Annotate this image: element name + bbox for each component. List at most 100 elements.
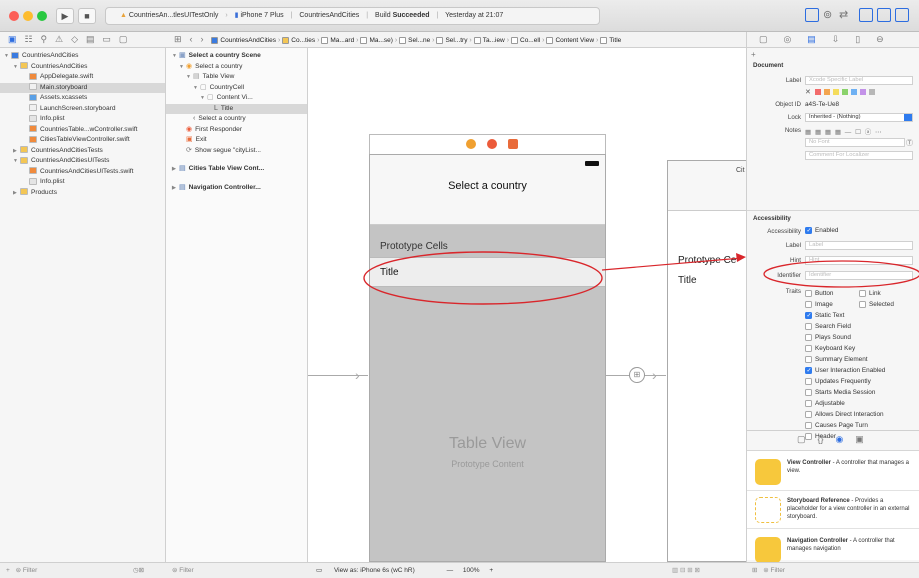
disclosure-triangle-icon[interactable]: ▶ xyxy=(172,164,179,175)
breadcrumb-item[interactable]: Ma...se) xyxy=(369,37,392,44)
navigator-item[interactable]: CountriesAndCitiesUITests.swift xyxy=(0,167,165,178)
find-navigator-icon[interactable]: ⚲ xyxy=(41,32,48,47)
library-filter-input[interactable]: Filter xyxy=(771,567,785,574)
object-library-icon[interactable]: ◉ xyxy=(835,432,843,447)
disclosure-triangle-icon[interactable]: ▼ xyxy=(200,93,207,104)
disclosure-triangle-icon[interactable]: ▼ xyxy=(4,51,11,62)
outline-item[interactable]: ◉ First Responder xyxy=(166,125,307,136)
navigator-item[interactable]: ▶ Products xyxy=(0,188,165,199)
close-window-button[interactable] xyxy=(9,11,19,21)
file-template-library-icon[interactable]: ▢ xyxy=(797,432,806,447)
outline-item[interactable]: ‹ Select a country xyxy=(166,114,307,125)
trait-checkbox[interactable] xyxy=(805,411,812,418)
add-file-icon[interactable]: + xyxy=(6,567,10,574)
trait-checkbox[interactable] xyxy=(805,356,812,363)
back-icon[interactable]: ‹ xyxy=(190,32,193,47)
outline-item[interactable]: ▼ ▢ CountryCell xyxy=(166,83,307,94)
trait-checkbox[interactable] xyxy=(805,334,812,341)
breadcrumb-item[interactable]: Ta...iew xyxy=(483,37,505,44)
breadcrumb-item[interactable]: Title xyxy=(609,37,621,44)
zoom-in-icon[interactable]: + xyxy=(489,567,493,574)
trait-checkbox[interactable] xyxy=(805,422,812,429)
breadcrumb-item[interactable]: Ma...ard xyxy=(330,37,354,44)
layout-controls-icons[interactable]: ▥ ⊟ ⊞ ⊠ xyxy=(672,563,700,578)
run-button[interactable]: ▶ xyxy=(56,8,74,24)
minimize-window-button[interactable] xyxy=(23,11,33,21)
breadcrumb-item[interactable]: Sel...ne xyxy=(408,37,430,44)
symbol-navigator-icon[interactable]: ☷ xyxy=(24,32,32,47)
zoom-window-button[interactable] xyxy=(37,11,47,21)
test-navigator-icon[interactable]: ◇ xyxy=(71,32,78,47)
trait-checkbox[interactable] xyxy=(805,345,812,352)
media-library-icon[interactable]: ▣ xyxy=(855,432,864,447)
disclosure-triangle-icon[interactable]: ▼ xyxy=(186,72,193,83)
outline-item[interactable]: ⟳ Show segue "cityList... xyxy=(166,146,307,157)
device-selector[interactable]: iPhone 7 Plus xyxy=(240,12,283,19)
trait-checkbox[interactable] xyxy=(805,378,812,385)
outline-item[interactable]: ▶ ▤ Navigation Controller... xyxy=(166,183,307,194)
grid-view-icon[interactable]: ⊞ xyxy=(752,567,757,574)
storyboard-canvas[interactable]: › Select a country Prototype Cells Title… xyxy=(308,48,746,562)
breakpoint-navigator-icon[interactable]: ▭ xyxy=(102,32,111,47)
navigator-item[interactable]: ▶ CountriesAndCitiesTests xyxy=(0,146,165,157)
navigator-item[interactable]: CountriesTable...wController.swift xyxy=(0,125,165,136)
outline-item[interactable]: ▼ ▢ Content Vi... xyxy=(166,93,307,104)
standard-editor-icon[interactable] xyxy=(805,8,819,22)
outline-item[interactable]: ▼ ◉ Select a country xyxy=(166,62,307,73)
related-items-icon[interactable]: ⊞ xyxy=(174,32,182,47)
disclosure-triangle-icon[interactable]: ▶ xyxy=(172,183,179,194)
disclosure-triangle-icon[interactable]: ▼ xyxy=(193,83,200,94)
outline-item[interactable]: ▶ ▤ Cities Table View Cont... xyxy=(166,164,307,175)
outline-item[interactable]: ▼ ▤ Table View xyxy=(166,72,307,83)
assistant-editor-icon[interactable]: ⊚ xyxy=(823,8,832,21)
navigator-item[interactable]: AppDelegate.swift xyxy=(0,72,165,83)
breadcrumb-item[interactable]: Co...ties xyxy=(291,37,315,44)
trait-checkbox[interactable] xyxy=(805,400,812,407)
project-navigator-icon[interactable]: ▣ xyxy=(8,32,17,47)
disclosure-triangle-icon[interactable]: ▼ xyxy=(13,156,20,167)
outline-item[interactable]: ▼ ▣ Select a country Scene xyxy=(166,51,307,62)
navigator-item[interactable]: ▼ CountriesAndCities xyxy=(0,62,165,73)
navigator-item[interactable]: Info.plist xyxy=(0,114,165,125)
disclosure-triangle-icon[interactable]: ▼ xyxy=(13,62,20,73)
navigator-item[interactable]: Info.plist xyxy=(0,177,165,188)
breadcrumb-item[interactable]: Sel...try xyxy=(445,37,467,44)
recent-files-icon[interactable]: ◷⊠ xyxy=(133,563,144,578)
storyboard-icon xyxy=(29,83,37,91)
navigator-item[interactable]: ▼ CountriesAndCities xyxy=(0,51,165,62)
navigator-filter-input[interactable]: Filter xyxy=(23,567,37,574)
outline-filter-input[interactable]: Filter xyxy=(179,567,193,574)
scheme-selector[interactable]: CountriesAn...tlesUITestOnly xyxy=(129,12,218,19)
trait-checkbox[interactable] xyxy=(805,367,812,374)
outline-toggle-icon[interactable]: ▭ xyxy=(316,567,322,574)
outline-item[interactable]: L Title xyxy=(166,103,307,114)
breadcrumb-item[interactable]: Content View xyxy=(555,37,594,44)
version-editor-icon[interactable]: ⇄ xyxy=(839,8,848,21)
disclosure-triangle-icon[interactable]: ▶ xyxy=(13,146,20,157)
navigator-item[interactable]: Main.storyboard xyxy=(0,82,165,93)
forward-icon[interactable]: › xyxy=(200,32,203,47)
outline-item[interactable]: ▣ Exit xyxy=(166,135,307,146)
library-item[interactable]: View Controller - A controller that mana… xyxy=(747,455,919,491)
navigator-item[interactable]: Assets.xcassets xyxy=(0,93,165,104)
disclosure-triangle-icon[interactable]: ▼ xyxy=(172,51,179,62)
disclosure-triangle-icon[interactable]: ▼ xyxy=(179,62,186,73)
navigator-item[interactable]: CitiesTableViewController.swift xyxy=(0,135,165,146)
issue-navigator-icon[interactable]: ⚠ xyxy=(55,32,63,47)
debug-navigator-icon[interactable]: ▤ xyxy=(86,32,95,47)
navigator-item[interactable]: LaunchScreen.storyboard xyxy=(0,104,165,115)
breadcrumb-item[interactable]: CountriesAndCities xyxy=(220,37,276,44)
report-navigator-icon[interactable]: ▢ xyxy=(119,32,128,47)
disclosure-triangle-icon[interactable]: ▶ xyxy=(13,188,20,199)
navigator-toggle-icon[interactable] xyxy=(859,8,873,22)
breadcrumb-item[interactable]: Co...ell xyxy=(520,37,540,44)
stop-button[interactable]: ■ xyxy=(78,8,96,24)
navigator-item[interactable]: ▼ CountriesAndCitiesUITests xyxy=(0,156,165,167)
library-item[interactable]: Storyboard Reference - Provides a placeh… xyxy=(747,493,919,529)
zoom-out-icon[interactable]: — xyxy=(447,567,454,574)
trait-checkbox[interactable] xyxy=(805,389,812,396)
utilities-toggle-icon[interactable] xyxy=(895,8,909,22)
code-snippet-library-icon[interactable]: {} xyxy=(817,432,823,447)
debug-toggle-icon[interactable] xyxy=(877,8,891,22)
view-as-button[interactable]: View as: iPhone 6s (wC hR) xyxy=(334,567,415,574)
